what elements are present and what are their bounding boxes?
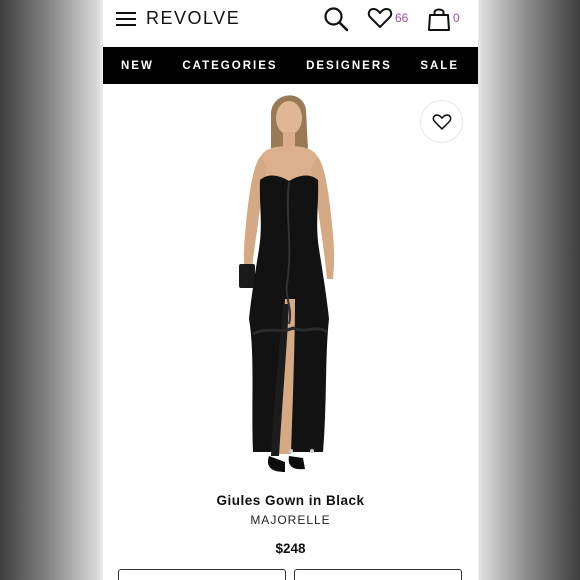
search-icon[interactable] (323, 6, 349, 32)
heart-outline-icon (432, 113, 451, 130)
nav-item-sale[interactable]: SALE (420, 60, 459, 72)
secondary-select-button[interactable] (294, 569, 462, 580)
wishlist-count-badge: 66 (395, 11, 409, 25)
nav-item-categories[interactable]: CATEGORIES (182, 60, 277, 72)
nav-item-new[interactable]: NEW (121, 60, 154, 72)
wishlist-heart-icon[interactable] (367, 7, 393, 29)
nav-item-designers[interactable]: DESIGNERS (306, 60, 392, 72)
shopping-bag-icon[interactable] (427, 6, 451, 31)
product-price: $248 (275, 541, 306, 556)
size-select-button[interactable] (118, 569, 286, 580)
revolve-logo[interactable]: REVOLVE (146, 8, 240, 29)
hamburger-menu-icon[interactable] (116, 12, 136, 26)
carousel-dot[interactable] (310, 449, 314, 453)
bag-count-badge: 0 (453, 11, 460, 25)
main-nav: NEW CATEGORIES DESIGNERS SALE (103, 47, 478, 84)
top-bar: REVOLVE 66 0 (103, 0, 478, 47)
product-brand[interactable]: MAJORELLE (103, 513, 478, 527)
phone-screen: REVOLVE 66 0 NEW CATEGORIES DESIGNERS SA… (103, 0, 478, 580)
favorite-button[interactable] (420, 100, 463, 143)
carousel-dot[interactable] (289, 449, 293, 453)
product-name: Giules Gown in Black (216, 493, 365, 508)
product-image[interactable] (103, 84, 478, 486)
